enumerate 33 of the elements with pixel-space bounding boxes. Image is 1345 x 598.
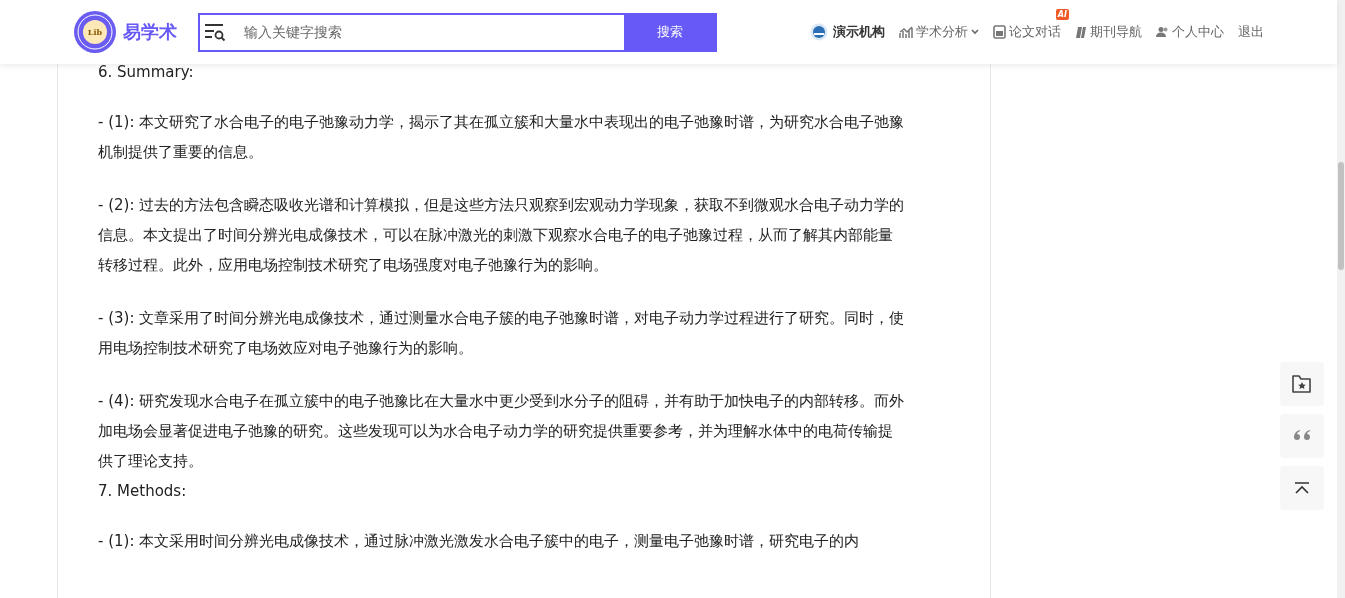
nav-link[interactable]: 个人中心: [1172, 23, 1224, 41]
summary-paragraph: - (2): 过去的方法包含瞬态吸收光谱和计算模拟，但是这些方法只观察到宏观动力学现象，获取不到微观水合电子动力学的信息。本文提出了时间分辨光电成像技术，可以在脉冲激光的刺激下观察水合电子的电子弛豫过程，从而了解其内部能量转移过程。此外，应用电场控制技术研究了电场强度对电子弛豫行为的影响。: [98, 195, 906, 276]
section-heading: 7. Methods:: [98, 481, 188, 501]
folder-star-icon: [1291, 374, 1313, 394]
institution-link[interactable]: 演示机构: [833, 23, 885, 41]
summary-paragraph: - (1): 本文研究了水合电子的电子弛豫动力学，揭示了其在孤立簇和大量水中表现出的电子弛豫时谱，为研究水合电子弛豫机制提供了重要的信息。: [98, 112, 906, 163]
library-logo[interactable]: Lib: [73, 10, 117, 54]
quote-icon: [1292, 429, 1312, 443]
summary-paragraph: - (4): 研究发现水合电子在孤立簇中的电子弛豫比在大量水中更少受到水分子的阻碍，并有助于加快电子的内部转移。而外加电场会显著促进电子弛豫的研究。这些发现可以为水合电子动力学的研究提供重要参考，并为理解水体中的电荷传输提供了理论支持。: [98, 391, 906, 472]
section-heading: 6. Summary:: [98, 62, 195, 82]
search-field[interactable]: 输入关键字搜索 搜索: [198, 12, 717, 52]
search-button[interactable]: 搜索: [624, 14, 715, 50]
nav-link[interactable]: 期刊导航: [1090, 23, 1142, 41]
users-icon: [1156, 26, 1169, 38]
back-to-top-icon: [1294, 482, 1310, 494]
site-name[interactable]: 易学术: [123, 20, 177, 44]
book-icon: [1075, 25, 1087, 39]
ai-badge: AI: [1055, 9, 1069, 20]
summary-paragraph: - (3): 文章采用了时间分辨光电成像技术，通过测量水合电子簇的电子弛豫时谱，对电子动力学过程进行了研究。同时，使用电场控制技术研究了电场效应对电子弛豫行为的影响。: [98, 308, 906, 359]
scrollbar[interactable]: [1337, 0, 1345, 598]
document-icon: [993, 25, 1006, 39]
scrollbar-thumb[interactable]: [1338, 162, 1344, 270]
cite-button[interactable]: [1280, 414, 1324, 458]
back-to-top-button[interactable]: [1280, 466, 1324, 510]
nav-link[interactable]: 学术分析: [916, 23, 968, 41]
favorite-button[interactable]: [1280, 362, 1324, 406]
search-list-icon: [204, 22, 226, 42]
bar-chart-icon: [899, 25, 913, 39]
caret-icon: [971, 29, 979, 35]
nav-link[interactable]: 论文对话: [1009, 23, 1061, 41]
summary-paragraph: - (1): 本文采用时间分辨光电成像技术，通过脉冲激光激发水合电子簇中的电子，测量电子弛豫时谱，研究电子的内: [98, 531, 861, 552]
logout-link[interactable]: 退出: [1238, 23, 1264, 41]
institution-logo-icon: [810, 23, 828, 41]
